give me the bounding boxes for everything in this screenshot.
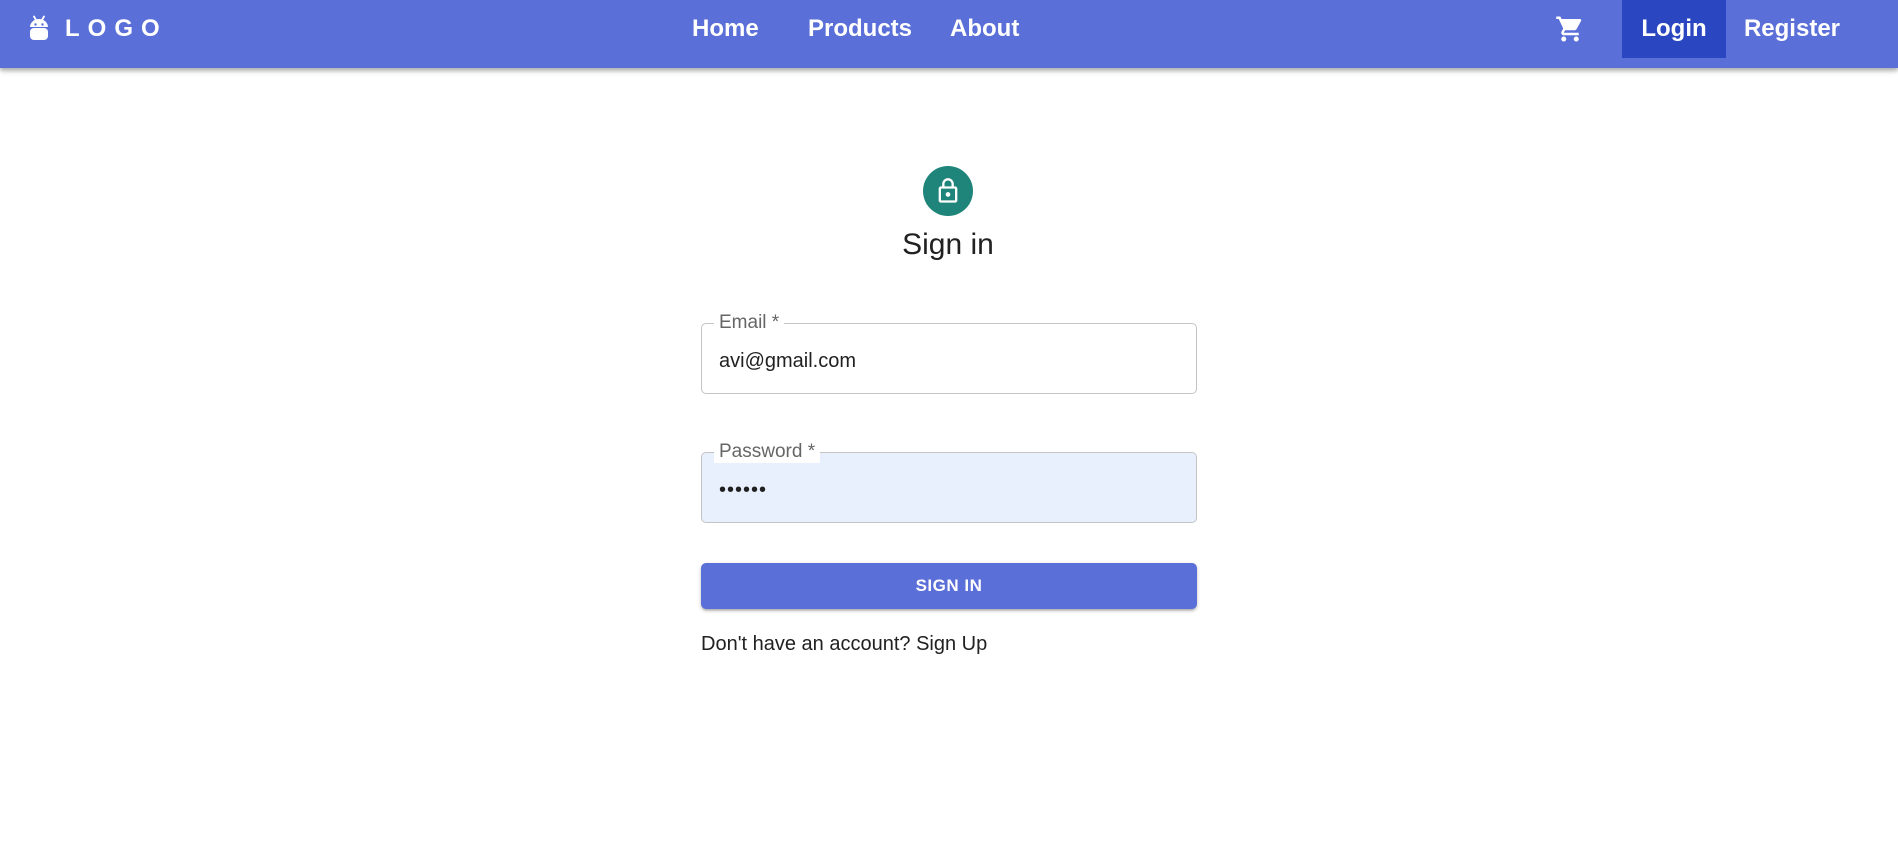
shopping-cart-icon[interactable] [1555,14,1585,44]
brand-logo[interactable]: LOGO [27,14,168,44]
nav-about-link[interactable]: About [950,0,1019,58]
login-button[interactable]: Login [1622,0,1726,58]
nav-products-link[interactable]: Products [808,0,912,58]
email-field[interactable]: Email * [701,312,1197,394]
logo-text: LOGO [65,15,168,42]
sign-in-title: Sign in [902,228,994,261]
android-logo-icon [30,15,48,40]
lock-avatar [923,166,973,216]
email-label: Email * [714,312,785,334]
sign-in-button[interactable]: SIGN IN [701,563,1197,609]
password-input[interactable] [719,475,1179,505]
register-button[interactable]: Register [1726,0,1858,58]
password-field[interactable]: Password * [701,441,1197,523]
lock-icon [938,178,958,203]
password-label: Password * [714,441,821,463]
sign-up-link[interactable]: Don't have an account? Sign Up [701,632,987,656]
app-bar: LOGO Home Products About Login Register [0,0,1898,68]
nav-home-link[interactable]: Home [692,0,759,58]
email-input[interactable] [719,346,1179,376]
